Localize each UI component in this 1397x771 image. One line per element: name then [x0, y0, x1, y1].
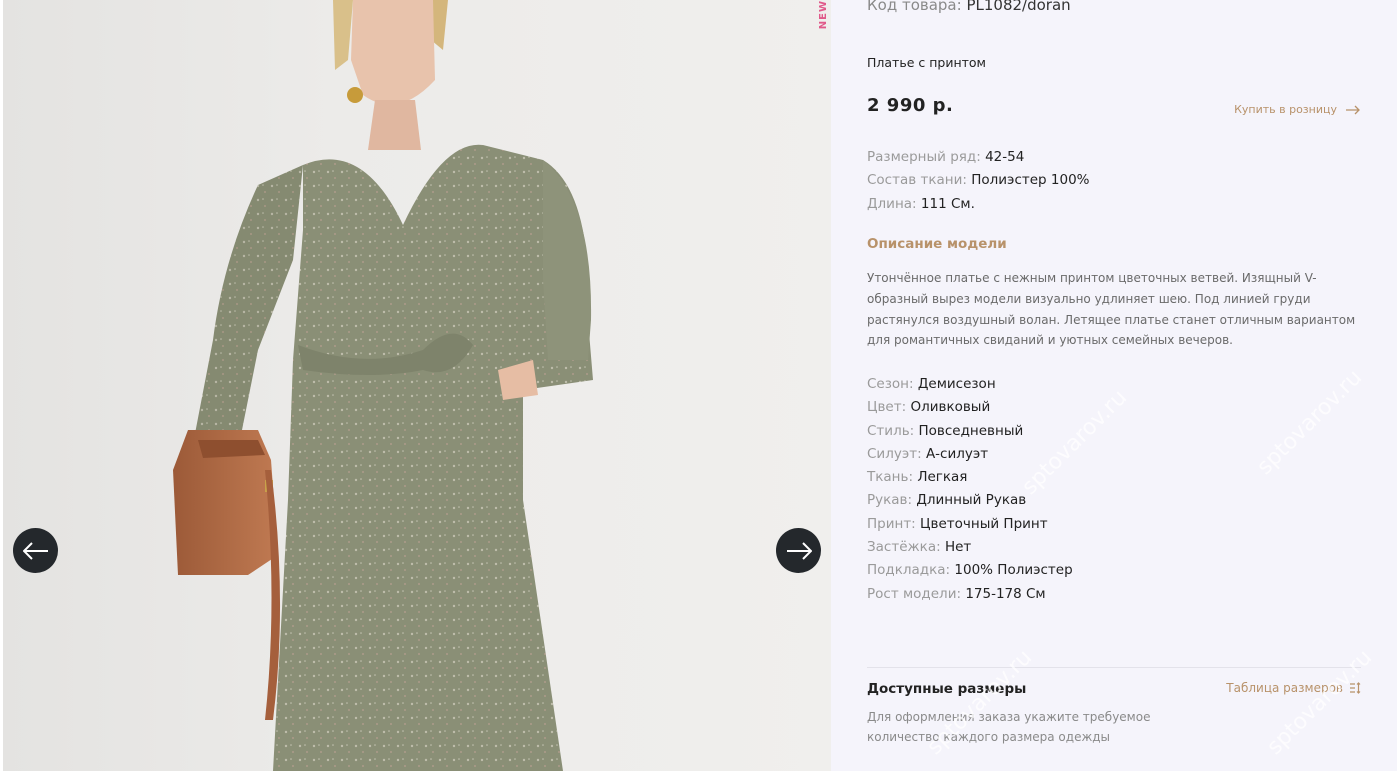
spec-row: Размерный ряд: 42-54: [867, 146, 1090, 169]
next-image-button[interactable]: [776, 528, 821, 573]
attribute-row: Рукав: Длинный Рукав: [867, 489, 1073, 512]
product-gallery: NEW: [3, 0, 831, 771]
spec-value: Полиэстер 100%: [971, 172, 1090, 189]
available-sizes-heading: Доступные размеры: [867, 681, 1027, 697]
product-specs: Размерный ряд: 42-54 Состав ткани: Полиэ…: [867, 146, 1090, 216]
attribute-value: 100% Полиэстер: [954, 562, 1073, 579]
description-heading: Описание модели: [867, 236, 1007, 252]
attribute-row: Рост модели: 175-178 См: [867, 583, 1073, 606]
prev-image-button[interactable]: [13, 528, 58, 573]
attribute-label: Застёжка:: [867, 539, 941, 556]
description-text: Утончённое платье с нежным принтом цвето…: [867, 271, 1356, 348]
sku-label: Код товара:: [867, 0, 962, 14]
arrow-right-icon: [1346, 105, 1360, 114]
attribute-value: А-силуэт: [925, 445, 989, 462]
spec-value: 111 См.: [920, 195, 975, 212]
spec-label: Размерный ряд:: [867, 149, 981, 165]
attribute-row: Принт: Цветочный Принт: [867, 513, 1073, 536]
attribute-label: Рост модели:: [867, 585, 962, 602]
attribute-label: Ткань:: [867, 469, 914, 486]
size-table-link[interactable]: Таблица размеров: [1226, 681, 1361, 695]
product-price: 2 990 р.: [867, 95, 954, 116]
attribute-value: Длинный Рукав: [916, 492, 1027, 509]
watermark: sptovarov.ru: [1262, 645, 1378, 760]
product-photo: [173, 0, 593, 771]
attribute-value: Оливковый: [910, 399, 991, 416]
watermark: sptovarov.ru: [1252, 365, 1368, 480]
attribute-label: Сезон:: [867, 376, 914, 392]
size-table-label: Таблица размеров: [1226, 681, 1343, 695]
attribute-label: Рукав:: [867, 492, 913, 509]
size-table-icon: [1350, 682, 1361, 694]
spec-row: Длина: 111 См.: [867, 193, 1090, 216]
product-attributes: Сезон: Демисезон Цвет: Оливковый Стиль: …: [867, 373, 1073, 606]
product-info-panel: Код товара: PL1082/doran Платье с принто…: [831, 0, 1397, 771]
buy-retail-link[interactable]: Купить в розницу: [1234, 103, 1361, 116]
attribute-row: Цвет: Оливковый: [867, 396, 1073, 419]
product-sku: Код товара: PL1082/doran: [867, 0, 1071, 14]
product-title: Платье с принтом: [867, 55, 986, 70]
attribute-row: Силуэт: А-силуэт: [867, 443, 1073, 466]
attribute-value: Повседневный: [918, 422, 1024, 439]
attribute-row: Сезон: Демисезон: [867, 373, 1073, 396]
attribute-row: Стиль: Повседневный: [867, 420, 1073, 443]
spec-label: Состав ткани:: [867, 172, 967, 189]
attribute-row: Застёжка: Нет: [867, 536, 1073, 559]
attribute-row: Ткань: Легкая: [867, 466, 1073, 489]
attribute-value: Демисезон: [917, 376, 996, 392]
attribute-label: Силуэт:: [867, 445, 922, 462]
sku-value: PL1082/doran: [966, 0, 1071, 14]
sizes-note: Для оформления заказа укажите требуемое …: [867, 710, 1151, 744]
arrow-left-icon: [22, 541, 48, 560]
attribute-label: Принт:: [867, 515, 916, 532]
attribute-label: Подкладка:: [867, 562, 951, 579]
attribute-value: Нет: [944, 539, 972, 556]
arrow-right-icon: [786, 541, 812, 560]
spec-row: Состав ткани: Полиэстер 100%: [867, 169, 1090, 192]
spec-label: Длина:: [867, 195, 917, 212]
attribute-label: Цвет:: [867, 399, 907, 416]
attribute-value: Цветочный Принт: [920, 515, 1048, 532]
attribute-row: Подкладка: 100% Полиэстер: [867, 559, 1073, 582]
attribute-value: 175-178 См: [965, 585, 1046, 602]
attribute-value: Легкая: [917, 469, 968, 486]
new-badge: NEW: [818, 0, 829, 30]
section-divider: [867, 667, 1361, 668]
spec-value: 42-54: [985, 149, 1025, 165]
attribute-label: Стиль:: [867, 422, 915, 439]
buy-retail-label: Купить в розницу: [1234, 103, 1337, 116]
